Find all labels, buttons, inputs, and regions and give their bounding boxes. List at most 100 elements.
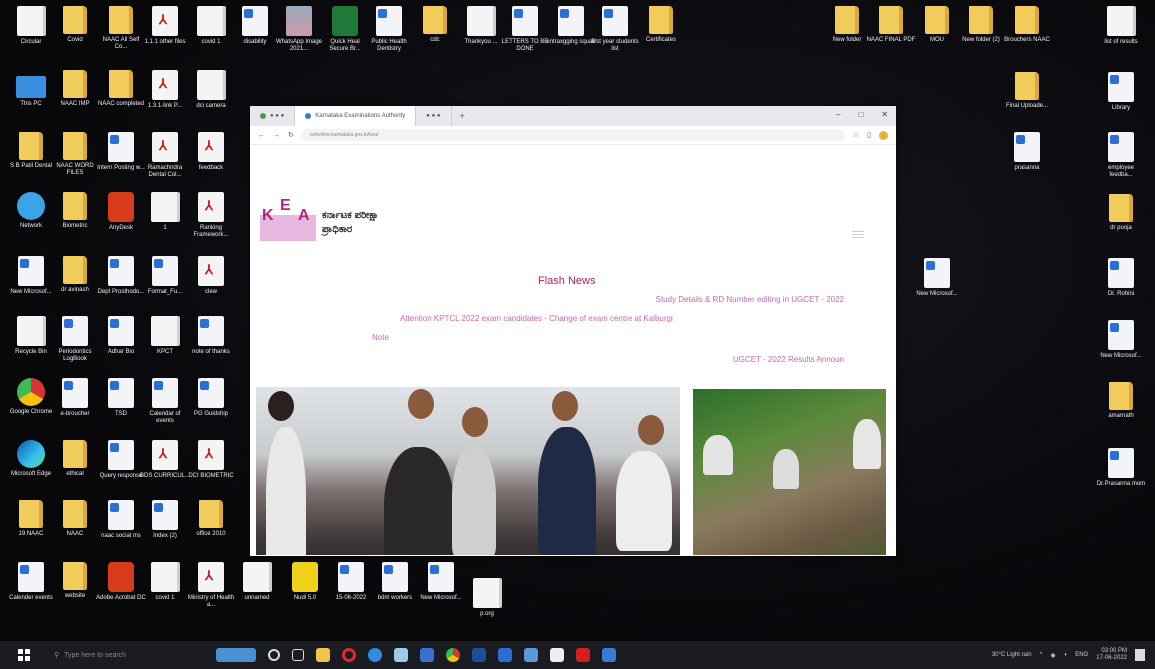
desktop-icon[interactable]: NAAC IMP <box>50 70 100 108</box>
desktop-icon[interactable]: Calendar of events <box>140 378 190 425</box>
desktop-icon[interactable]: covid 1 <box>140 562 190 602</box>
desktop-icon[interactable]: Adhar Bio <box>96 316 146 356</box>
flash-news-item[interactable]: Study Details & RD Number editing in UGC… <box>656 295 844 304</box>
desktop-icon[interactable]: KPCT <box>140 316 190 356</box>
edge-icon[interactable] <box>368 648 382 662</box>
desktop-icon[interactable]: Brouchers NAAC <box>1002 6 1052 44</box>
desktop-icon[interactable]: DCI BIOMETRIC <box>186 440 236 480</box>
app-icon[interactable] <box>472 648 486 662</box>
desktop-icon[interactable]: NAAC All Self Co... <box>96 6 146 51</box>
desktop-icon[interactable]: This PC <box>6 70 56 108</box>
acrobat-icon[interactable] <box>576 648 590 662</box>
desktop-icon[interactable]: clew <box>186 256 236 296</box>
maximize-button[interactable]: □ <box>858 110 863 119</box>
desktop-icon[interactable]: NAAC FINAL PDF <box>866 6 916 44</box>
desktop-icon[interactable]: Recycle Bin <box>6 316 56 356</box>
desktop-icon[interactable]: Network <box>6 192 56 230</box>
clock[interactable]: 03:00 PM 17-06-2022 <box>1096 648 1127 662</box>
desktop-icon[interactable]: employee feedba... <box>1096 132 1146 179</box>
volume-icon[interactable]: ◖ <box>1064 652 1068 658</box>
menu-icon[interactable] <box>852 229 864 240</box>
language-indicator[interactable]: ENG <box>1075 652 1088 658</box>
desktop-icon[interactable]: first year students list <box>590 6 640 53</box>
desktop-icon[interactable]: Ranking Framework... <box>186 192 236 239</box>
desktop-icon[interactable]: Google Chrome <box>6 378 56 416</box>
browser-tab[interactable]: ● ● ● <box>250 106 296 126</box>
taskbar-search[interactable]: ⚲ Type here to search <box>54 647 194 663</box>
desktop-icon[interactable]: amarnath <box>1096 382 1146 420</box>
tray-chevron-icon[interactable]: ^ <box>1040 652 1043 658</box>
desktop-icon[interactable]: New folder <box>822 6 872 44</box>
word-icon[interactable] <box>498 648 512 662</box>
flash-news-item[interactable]: UGCET - 2022 Results Announ <box>733 355 844 364</box>
desktop-icon[interactable]: Microsoft Edge <box>6 440 56 478</box>
desktop-icon[interactable]: 1.1.1 other files <box>140 6 190 46</box>
photos-icon[interactable] <box>602 648 616 662</box>
task-view-icon[interactable] <box>292 649 304 661</box>
desktop-icon[interactable]: Covid <box>50 6 100 44</box>
store-icon[interactable] <box>420 648 434 662</box>
desktop-icon[interactable]: Thankyou ... <box>456 6 506 46</box>
desktop-icon[interactable]: Ministry of Health a... <box>186 562 236 609</box>
desktop-icon[interactable]: AnyDesk <box>96 192 146 232</box>
desktop-icon[interactable]: Adobe Acrobat DC <box>96 562 146 602</box>
desktop-icon[interactable]: Dept Prosthodo... <box>96 256 146 296</box>
desktop-icon[interactable]: New Microsof... <box>6 256 56 296</box>
star-icon[interactable]: ☆ <box>853 131 859 139</box>
notification-icon[interactable] <box>1135 649 1145 661</box>
desktop-icon[interactable]: unnamed <box>232 562 282 602</box>
desktop-icon[interactable]: note of thanks <box>186 316 236 356</box>
desktop-icon[interactable]: Nudi 5.0 <box>280 562 330 602</box>
desktop-icon[interactable]: dr avinash <box>50 256 100 294</box>
desktop-icon[interactable]: Quick Heal Secure Br... <box>320 6 370 53</box>
minimize-button[interactable]: – <box>836 110 840 119</box>
desktop-icon[interactable]: WhatsApp Image 2021... <box>274 6 324 53</box>
desktop-icon[interactable]: 15-06-2022 <box>326 562 376 602</box>
desktop-icon[interactable]: website <box>50 562 100 600</box>
url-field[interactable]: cetonline.karnataka.gov.in/kea/ <box>301 129 845 141</box>
desktop-icon[interactable]: Dr. Rohini <box>1096 258 1146 298</box>
desktop-icon[interactable]: New folder (2) <box>956 6 1006 44</box>
opera-icon[interactable] <box>342 648 356 662</box>
desktop-icon[interactable]: dci camera <box>186 70 236 110</box>
back-arrow-icon[interactable]: ← <box>258 132 265 139</box>
teams-icon[interactable] <box>524 648 538 662</box>
desktop-icon[interactable]: naac social ms <box>96 500 146 540</box>
desktop-icon[interactable]: entraxgging squad <box>546 6 596 46</box>
chrome-icon[interactable] <box>446 648 460 662</box>
profile-avatar[interactable] <box>879 130 888 140</box>
reload-icon[interactable]: ↻ <box>288 131 294 139</box>
cortana-icon[interactable] <box>268 649 280 661</box>
weather-text[interactable]: 30°C Light rain <box>992 652 1032 658</box>
desktop-icon[interactable]: disability <box>230 6 280 46</box>
file-explorer-icon[interactable] <box>316 648 330 662</box>
desktop-icon[interactable]: Circular <box>6 6 56 46</box>
desktop-icon[interactable]: S B Patil Dental <box>6 132 56 170</box>
desktop-icon[interactable]: office 2010 <box>186 500 236 538</box>
desktop-icon[interactable]: Index (2) <box>140 500 190 540</box>
app-icon[interactable] <box>394 648 408 662</box>
browser-tab-active[interactable]: Karnataka Examinations Authority <box>295 106 417 126</box>
forward-arrow-icon[interactable]: → <box>273 132 280 139</box>
desktop-icon[interactable]: New Microsof... <box>912 258 962 298</box>
browser-tab[interactable]: ● ● ● <box>416 106 452 126</box>
desktop-icon[interactable]: Final Uploade... <box>1002 72 1052 110</box>
desktop-icon[interactable]: p.org <box>462 578 512 618</box>
new-tab-button[interactable]: + <box>460 111 465 121</box>
desktop-icon[interactable]: prasanna <box>1002 132 1052 172</box>
desktop-icon[interactable]: 1 <box>140 192 190 232</box>
desktop-icon[interactable]: Format_Fu... <box>140 256 190 296</box>
desktop-icon[interactable]: BDS CURRICUL... <box>140 440 190 480</box>
desktop-icon[interactable]: New Microsof... <box>1096 320 1146 360</box>
desktop-icon[interactable]: Library <box>1096 72 1146 112</box>
close-button[interactable]: ✕ <box>881 110 888 119</box>
flash-news-item[interactable]: Note <box>372 333 389 342</box>
desktop-icon[interactable]: e-broucher <box>50 378 100 418</box>
desktop-icon[interactable]: list of results <box>1096 6 1146 46</box>
desktop-icon[interactable]: bdm workers <box>370 562 420 602</box>
desktop-icon[interactable]: Dr.Prasanna mom <box>1096 448 1146 488</box>
desktop-icon[interactable]: MOU <box>912 6 962 44</box>
desktop-icon[interactable]: NAAC WORD FILES <box>50 132 100 177</box>
desktop-icon[interactable]: cdc <box>410 6 460 44</box>
desktop-icon[interactable]: covid 1 <box>186 6 236 46</box>
